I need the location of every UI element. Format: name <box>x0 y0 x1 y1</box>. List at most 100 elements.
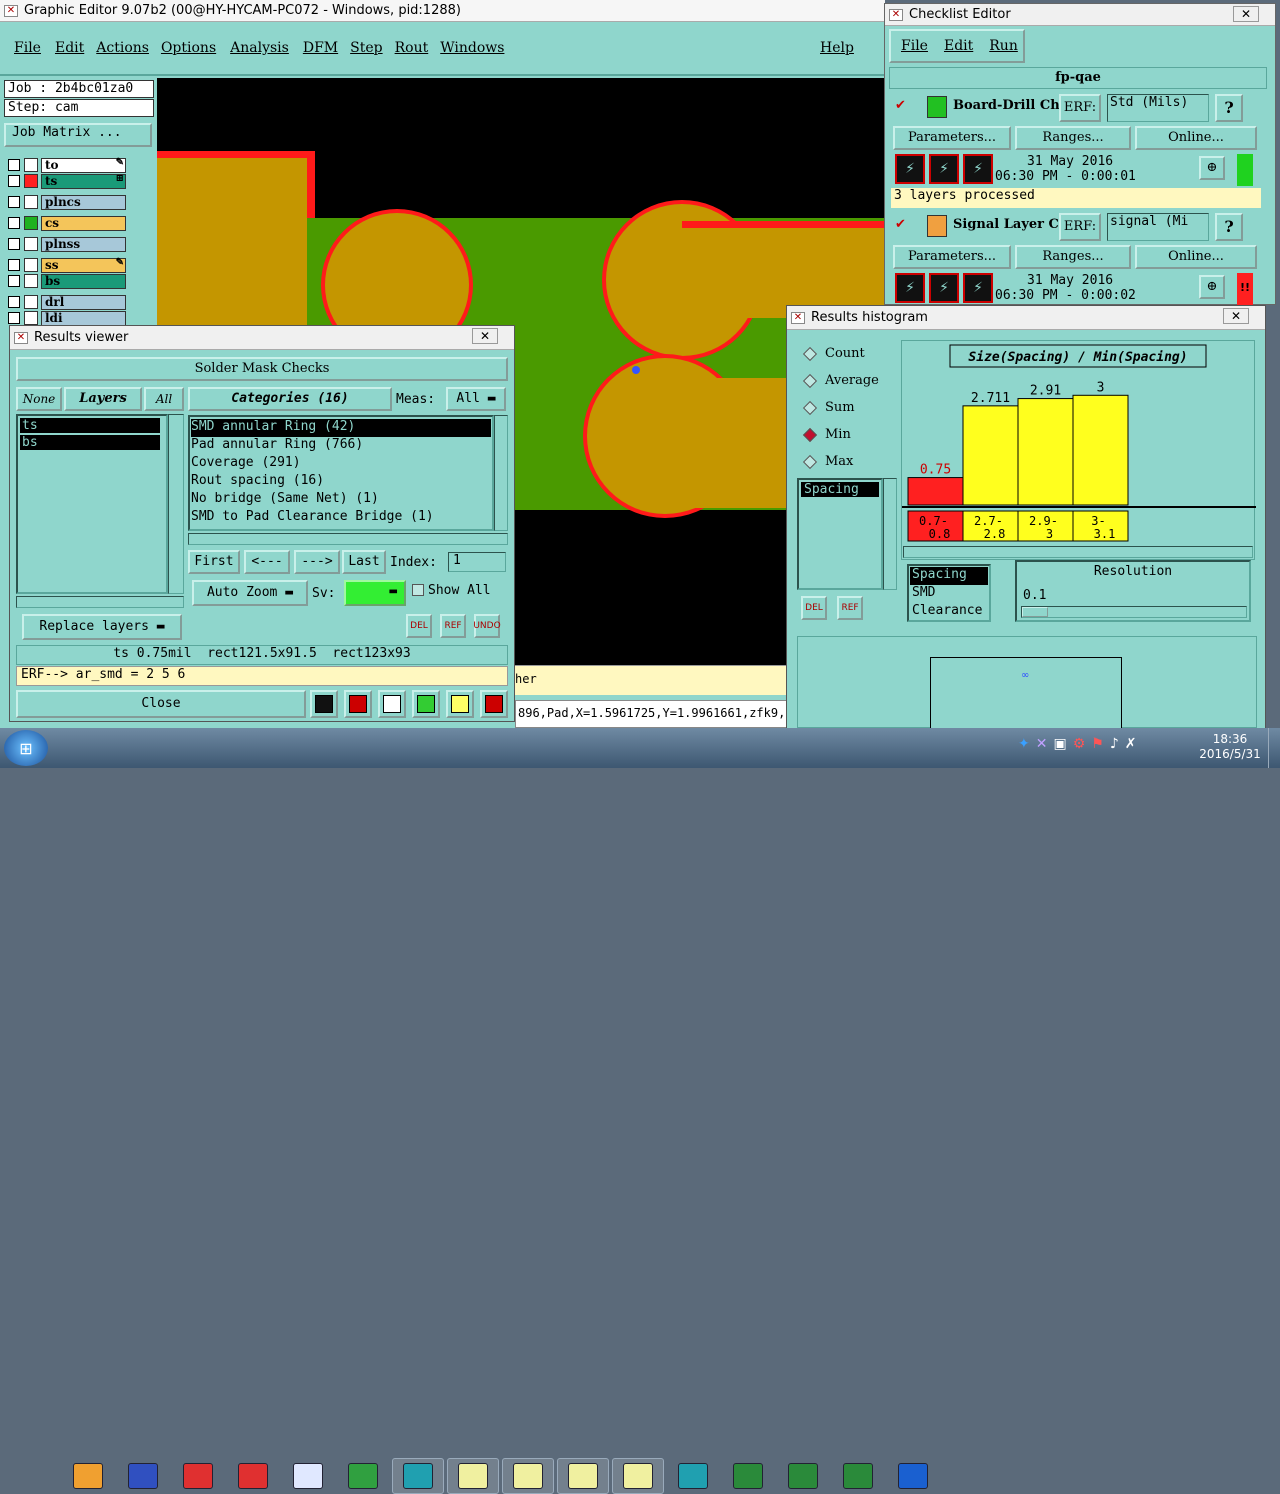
ranges-button[interactable]: Ranges... <box>1015 126 1131 150</box>
menu-edit[interactable]: Edit <box>55 40 84 56</box>
mode-radio-max[interactable]: Max <box>797 448 897 475</box>
layer-row-to[interactable]: to ✎ <box>8 157 126 173</box>
replace-layers-dropdown[interactable]: Replace layers ▬ <box>22 614 182 640</box>
layer-color-swatch[interactable] <box>24 237 38 251</box>
layer-color-swatch[interactable] <box>24 174 38 188</box>
meas-dropdown[interactable]: All ▬ <box>446 387 506 411</box>
taskbar-excel3-button[interactable] <box>832 1458 884 1494</box>
list-item[interactable]: Spacing <box>910 567 988 585</box>
checklist-menu-file[interactable]: File <box>901 38 928 54</box>
layers-none-button[interactable]: None <box>16 387 62 411</box>
step-icon[interactable] <box>412 690 440 718</box>
resolution-slider[interactable] <box>1021 606 1247 618</box>
erf-value[interactable]: Std (Mils) <box>1107 94 1209 122</box>
layer-row-plnss[interactable]: plnss <box>8 236 126 252</box>
first-button[interactable]: First <box>188 550 240 574</box>
histogram-bar[interactable] <box>962 405 1019 506</box>
prev-button[interactable]: <--- <box>244 550 290 574</box>
run-icon[interactable]: ⚡ <box>895 154 925 184</box>
job-matrix-button[interactable]: Job Matrix ... <box>4 123 152 147</box>
layer-list-scrollbar[interactable] <box>168 414 184 594</box>
layer-row-plncs[interactable]: plncs <box>8 194 126 210</box>
histogram-del-button[interactable]: DEL <box>801 596 827 620</box>
parameters-button[interactable]: Parameters... <box>893 245 1011 269</box>
layer-name[interactable]: cs <box>41 215 126 231</box>
online-button[interactable]: Online... <box>1135 245 1257 269</box>
help-button[interactable]: ? <box>1215 213 1243 241</box>
run-icon[interactable]: ⚡ <box>895 273 925 303</box>
last-button[interactable]: Last <box>342 550 386 574</box>
erf-value[interactable]: signal (Mi <box>1107 213 1209 241</box>
list-item[interactable]: Spacing <box>801 482 879 497</box>
run-stop-icon[interactable]: ⚡ <box>963 154 993 184</box>
network-icon[interactable]: ▣ <box>1053 736 1066 758</box>
checklist-menu-edit[interactable]: Edit <box>944 38 973 54</box>
layer-checkbox[interactable] <box>8 217 20 229</box>
layers-all-button[interactable]: All <box>144 387 184 411</box>
clock[interactable]: 18:36 2016/5/31 <box>1198 732 1262 762</box>
histogram-bar[interactable] <box>1017 398 1074 506</box>
ref-button[interactable]: REF <box>440 614 466 638</box>
checklist-menu-run[interactable]: Run <box>989 38 1018 54</box>
action-name[interactable]: Board-Drill Che <box>953 98 1059 113</box>
action-name[interactable]: Signal Layer Ch <box>953 217 1059 232</box>
show-all-checkbox[interactable] <box>412 584 424 596</box>
layer-checkbox[interactable] <box>8 159 20 171</box>
close-icon[interactable]: ✕ <box>1223 308 1249 324</box>
mode-radio-sum[interactable]: Sum <box>797 394 897 421</box>
tray-cross-icon[interactable]: ✕ <box>1036 736 1048 758</box>
layer-name[interactable]: ss <box>41 257 126 273</box>
menu-options[interactable]: Options <box>161 40 216 56</box>
layer-row-ldi[interactable]: ldi <box>8 310 126 326</box>
layer-checkbox[interactable] <box>8 312 20 324</box>
run-stop-icon[interactable]: ⚡ <box>963 273 993 303</box>
help-button[interactable]: ? <box>1215 94 1243 122</box>
menu-analysis[interactable]: Analysis <box>230 40 289 56</box>
list-item[interactable]: bs <box>20 435 160 450</box>
close-icon[interactable]: ✕ <box>472 328 498 344</box>
run-step-icon[interactable]: ⚡ <box>929 154 959 184</box>
layer-list-hscroll[interactable] <box>16 596 184 608</box>
zoom-results-icon[interactable]: ⊕ <box>1199 156 1225 180</box>
taskbar-excel-button[interactable] <box>722 1458 774 1494</box>
tray-muted-icon[interactable]: ✗ <box>1125 736 1137 758</box>
help-menu[interactable]: Help <box>820 40 854 56</box>
histogram-bar[interactable] <box>907 477 964 506</box>
layer-row-drl[interactable]: drl <box>8 294 126 310</box>
volume-icon[interactable]: ♪ <box>1110 736 1119 758</box>
ranges-button[interactable]: Ranges... <box>1015 245 1131 269</box>
histogram-ref-button[interactable]: REF <box>837 596 863 620</box>
action-check-icon[interactable]: ✔ <box>895 98 906 113</box>
mode-radio-average[interactable]: Average <box>797 367 897 394</box>
layer-color-swatch[interactable] <box>24 216 38 230</box>
next-button[interactable]: ---> <box>294 550 340 574</box>
taskbar-shell-button[interactable] <box>62 1458 114 1494</box>
categories-hscroll[interactable] <box>188 533 508 545</box>
field-selector[interactable]: Spacing SMD Clearance <box>907 564 991 622</box>
layer-row-ss[interactable]: ss ✎ <box>8 257 126 273</box>
index-input[interactable]: 1 <box>448 552 506 572</box>
layer-name[interactable]: plncs <box>41 194 126 210</box>
layer-name[interactable]: drl <box>41 294 126 310</box>
start-button[interactable]: ⊞ <box>4 730 48 766</box>
menu-windows[interactable]: Windows <box>440 40 504 56</box>
layer-color-swatch[interactable] <box>24 258 38 272</box>
close-icon[interactable]: ✕ <box>1233 6 1259 22</box>
menu-file[interactable]: File <box>14 40 41 56</box>
zoom-results-icon[interactable]: ⊕ <box>1199 275 1225 299</box>
list-item[interactable]: SMD <box>910 585 988 603</box>
tray-flag-icon[interactable]: ⚑ <box>1091 736 1104 758</box>
results-layer-list[interactable]: ts bs <box>16 414 168 594</box>
auto-zoom-dropdown[interactable]: Auto Zoom ▬ <box>192 580 308 606</box>
menu-step[interactable]: Step <box>350 40 382 56</box>
list-item[interactable]: Pad annular Ring (766) <box>191 437 491 455</box>
chart-hscroll[interactable] <box>903 546 1253 558</box>
taskbar-notepad-button[interactable] <box>282 1458 334 1494</box>
taskbar-graphic-g2-button[interactable] <box>227 1458 279 1494</box>
layer-color-swatch[interactable] <box>24 158 38 172</box>
histogram-icon[interactable] <box>480 690 508 718</box>
menu-actions[interactable]: Actions <box>96 40 149 56</box>
sv-color-dropdown[interactable]: ▬ <box>344 580 406 606</box>
layer-row-bs[interactable]: bs <box>8 273 126 289</box>
taskbar-editor-x3-button[interactable] <box>557 1458 609 1494</box>
